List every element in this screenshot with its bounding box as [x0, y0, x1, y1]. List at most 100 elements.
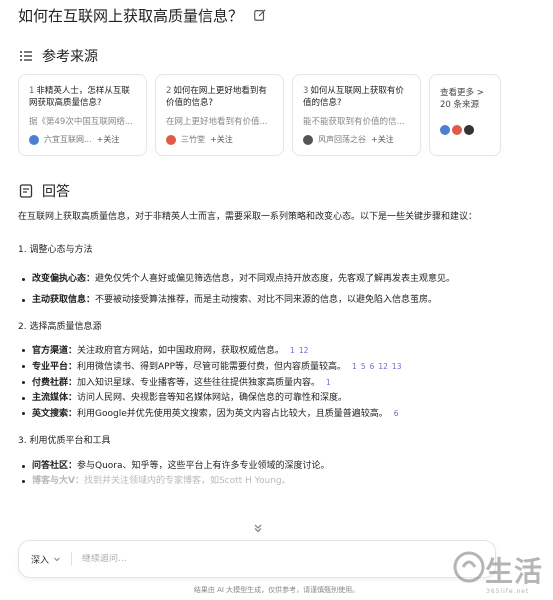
item-text: 找到并关注领域内的专家博客，如Scott H Young。	[83, 476, 291, 486]
followup-bar: 深入	[18, 540, 496, 578]
source-card-title: 3 如何从互联网上获取有价值的信息?	[303, 85, 412, 109]
chevron-down-icon	[54, 557, 60, 562]
followup-input[interactable]	[82, 554, 483, 564]
more-sources-label: 查看更多 > 20 条来源	[440, 88, 484, 110]
answer-intro: 在互联网上获取高质量信息，对于非精英人士而言，需要采取一系列策略和改变心态。以下…	[18, 212, 478, 222]
author-avatar	[166, 134, 176, 145]
item-label: 问答社区：	[32, 461, 78, 471]
citation[interactable]: 1	[352, 362, 357, 371]
follow-button[interactable]: +关注	[97, 134, 120, 145]
list-item: 博客与大V：找到并关注领域内的专家博客，如Scott H Young。	[18, 474, 533, 489]
source-meta: 六宜互联网... +关注	[29, 134, 138, 145]
item-text: 利用Google并优先使用英文搜索，因为英文内容占比较大，且质量普遍较高。	[77, 409, 388, 419]
source-card-title: 2 如何在网上更好地看到有价值的信息?	[166, 85, 275, 109]
answer-heading: 2. 选择高质量信息源	[18, 322, 102, 332]
list-item: 英文搜索：利用Google并优先使用英文搜索，因为英文内容占比较大，且质量普遍较…	[18, 406, 533, 422]
item-label: 官方渠道：	[32, 346, 78, 356]
item-text: 参与Quora、知乎等，这些平台上有许多专业领域的深度讨论。	[77, 461, 330, 471]
answer-body: 在互联网上获取高质量信息，对于非精英人士而言，需要采取一系列策略和改变心态。以下…	[18, 210, 533, 501]
answer-heading: 3. 利用优质平台和工具	[18, 436, 111, 446]
citation-refs[interactable]: 1 12	[290, 346, 312, 355]
answer-header: 回答	[18, 181, 70, 201]
item-text: 关注政府官方网站，如中国政府网，获取权威信息。	[77, 346, 285, 356]
watermark-site: 365life.net	[486, 588, 530, 595]
more-sources-avatars	[440, 125, 490, 135]
source-desc: 据《第49次中国互联网络...	[29, 117, 133, 127]
scroll-down-icon[interactable]	[252, 522, 264, 534]
item-label: 专业平台：	[32, 362, 78, 372]
citation[interactable]: 1	[290, 346, 295, 355]
list-item: 主流媒体：访问人民网、央视影音等知名媒体网站，确保信息的可靠性和深度。	[18, 391, 533, 406]
item-label: 付费社群：	[32, 378, 78, 388]
citation[interactable]: 6	[394, 409, 399, 418]
sources-header: 参考来源	[18, 46, 98, 66]
list-item: 主动获取信息：不要被动接受算法推荐，而是主动搜索、对比不同来源的信息，以避免陷入…	[18, 293, 533, 308]
answer-list: 改变偏执心态：避免仅凭个人喜好或偏见筛选信息，对不同观点持开放态度，先客观了解再…	[18, 272, 533, 308]
source-card[interactable]: 1 非精英人士，怎样从互联网获取高质量信息? 据《第49次中国互联网络... 六宜…	[18, 74, 147, 156]
citation[interactable]: 12	[378, 362, 388, 371]
item-text: 避免仅凭个人喜好或偏见筛选信息，对不同观点持开放态度，先客观了解再发表主观意见。	[95, 274, 456, 284]
item-text: 不要被动接受算法推荐，而是主动搜索、对比不同来源的信息，以避免陷入信息茧房。	[95, 295, 438, 305]
source-author: 六宜互联网...	[44, 135, 92, 144]
source-card[interactable]: 3 如何从互联网上获取有价值的信息? 能不能获取到有价值的信... 风声回荡之谷 …	[292, 74, 421, 156]
content-fade	[0, 520, 553, 540]
follow-button[interactable]: +关注	[210, 134, 233, 145]
watermark-text: 生活	[485, 555, 544, 588]
source-meta: 三竹堂 +关注	[166, 134, 275, 145]
list-item: 问答社区：参与Quora、知乎等，这些平台上有许多专业领域的深度讨论。	[18, 459, 533, 474]
item-label: 英文搜索：	[32, 409, 78, 419]
source-author: 风声回荡之谷	[318, 135, 366, 144]
more-sources-card[interactable]: 查看更多 > 20 条来源	[429, 74, 501, 156]
list-item: 付费社群：加入知识星球、专业播客等，这些往往提供独家高质量内容。 1	[18, 375, 533, 391]
list-item: 改变偏执心态：避免仅凭个人喜好或偏见筛选信息，对不同观点持开放态度，先客观了解再…	[18, 272, 533, 287]
item-text: 加入知识星球、专业播客等，这些往往提供独家高质量内容。	[77, 378, 321, 388]
answer-list: 问答社区：参与Quora、知乎等，这些平台上有许多专业领域的深度讨论。 博客与大…	[18, 459, 533, 489]
source-cards: 1 非精英人士，怎样从互联网获取高质量信息? 据《第49次中国互联网络... 六宜…	[18, 74, 501, 156]
source-card-title: 1 非精英人士，怎样从互联网获取高质量信息?	[29, 85, 138, 109]
citation-refs[interactable]: 1	[326, 378, 335, 387]
page-title: 如何在互联网上获取高质量信息？	[18, 6, 244, 25]
source-number: 2	[166, 86, 172, 96]
source-title-text: 非精英人士，怎样从互联网获取高质量信息?	[29, 86, 130, 108]
source-meta: 风声回荡之谷 +关注	[303, 134, 412, 145]
citation-refs[interactable]: 6	[394, 409, 403, 418]
citation[interactable]: 13	[392, 362, 402, 371]
follow-button[interactable]: +关注	[371, 134, 394, 145]
sources-title: 参考来源	[42, 49, 98, 65]
list-item: 专业平台：利用微信读书、得到APP等，尽管可能需要付费，但内容质量较高。 1 5 6 1…	[18, 359, 533, 375]
source-title-text: 如何在网上更好地看到有价值的信息?	[166, 86, 267, 108]
edit-icon[interactable]	[253, 8, 267, 22]
list-item: 官方渠道：关注政府官方网站，如中国政府网，获取权威信息。 1 12	[18, 343, 533, 359]
avatar	[464, 125, 474, 135]
item-label: 博客与大V：	[32, 476, 84, 486]
mode-label: 深入	[31, 555, 50, 566]
author-avatar	[29, 134, 39, 145]
mode-select[interactable]: 深入	[31, 552, 73, 566]
source-number: 3	[303, 86, 309, 96]
citation[interactable]: 1	[326, 378, 331, 387]
citation[interactable]: 6	[370, 362, 375, 371]
item-label: 改变偏执心态：	[32, 274, 96, 284]
avatar	[440, 125, 450, 135]
source-author: 三竹堂	[181, 135, 205, 144]
item-text: 访问人民网、央视影音等知名媒体网站，确保信息的可靠性和深度。	[77, 393, 348, 403]
source-number: 1	[29, 86, 35, 96]
source-card[interactable]: 2 如何在网上更好地看到有价值的信息? 在网上更好地看到有价值... 三竹堂 +关…	[155, 74, 284, 156]
item-text: 利用微信读书、得到APP等，尽管可能需要付费，但内容质量较高。	[77, 362, 347, 372]
citation-refs[interactable]: 1 5 6 12 13	[352, 362, 405, 371]
source-desc: 在网上更好地看到有价值...	[166, 117, 268, 127]
source-desc: 能不能获取到有价值的信...	[303, 117, 405, 127]
citation[interactable]: 5	[361, 362, 366, 371]
author-avatar	[303, 134, 313, 145]
list-icon	[20, 51, 32, 61]
document-icon	[19, 184, 33, 198]
answer-list: 官方渠道：关注政府官方网站，如中国政府网，获取权威信息。 1 12 专业平台：利用微…	[18, 343, 533, 422]
item-label: 主动获取信息：	[32, 295, 96, 305]
citation[interactable]: 12	[299, 346, 309, 355]
source-title-text: 如何从互联网上获取有价值的信息?	[303, 86, 404, 108]
page-title-row: 如何在互联网上获取高质量信息？	[18, 4, 267, 26]
answer-title: 回答	[42, 184, 70, 200]
item-label: 主流媒体：	[32, 393, 78, 403]
avatar	[452, 125, 462, 135]
answer-heading: 1. 调整心态与方法	[18, 245, 93, 255]
